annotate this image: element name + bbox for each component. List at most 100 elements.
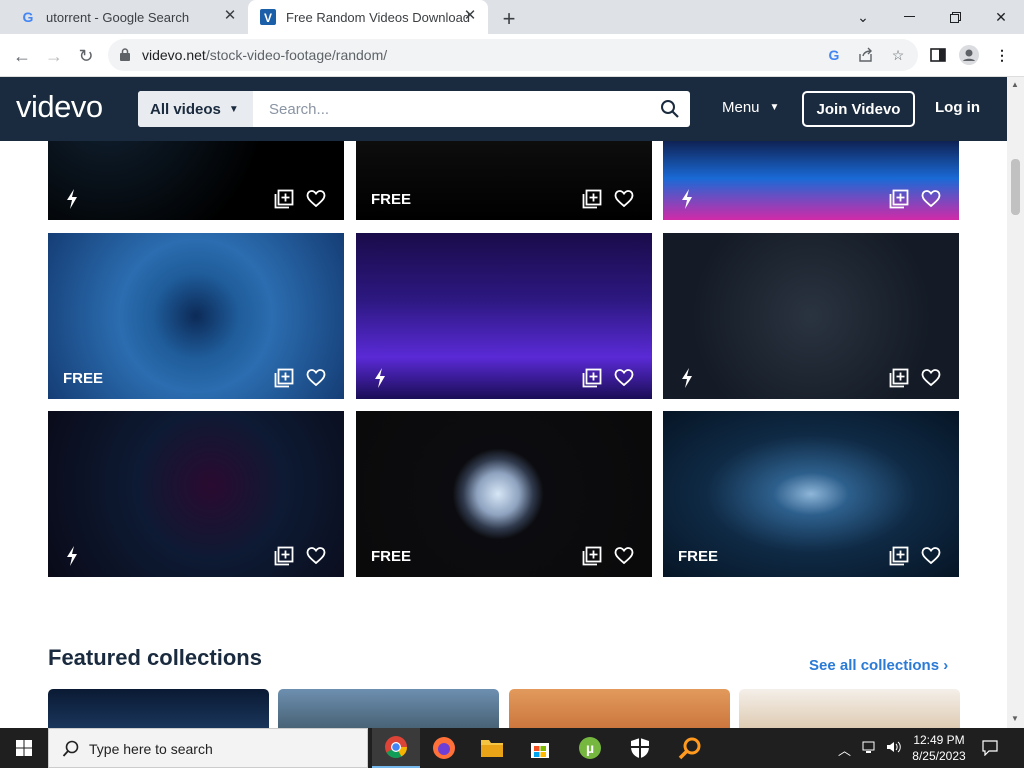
video-thumbnail[interactable] (356, 233, 652, 399)
tab-videvo[interactable]: V Free Random Videos Download ✕ (248, 0, 488, 34)
favorite-heart-icon[interactable] (614, 368, 634, 388)
video-thumbnail[interactable] (48, 141, 344, 220)
favorite-heart-icon[interactable] (921, 189, 941, 209)
premium-bolt-icon (66, 189, 78, 209)
videvo-icon: V (260, 9, 276, 25)
add-to-collection-icon[interactable] (274, 189, 294, 209)
add-to-collection-icon[interactable] (274, 368, 294, 388)
new-tab-icon[interactable]: + (498, 6, 520, 32)
search-input[interactable] (269, 91, 649, 127)
video-thumbnail[interactable]: FREE (356, 411, 652, 577)
add-to-collection-icon[interactable] (889, 546, 909, 566)
login-link[interactable]: Log in (935, 99, 980, 116)
url-text: videvo.net/stock-video-footage/random/ (142, 47, 388, 63)
security-shield-icon[interactable] (616, 728, 664, 768)
close-window-icon[interactable]: ✕ (978, 0, 1024, 34)
forward-arrow-icon[interactable]: → (40, 42, 68, 70)
tab-google-search[interactable]: G utorrent - Google Search ✕ (8, 0, 248, 34)
favorite-heart-icon[interactable] (306, 368, 326, 388)
notifications-icon[interactable] (982, 740, 998, 759)
utorrent-icon[interactable]: µ (566, 728, 614, 768)
collection-card[interactable] (509, 689, 730, 728)
volume-icon[interactable] (886, 740, 902, 757)
lock-icon (120, 48, 130, 61)
see-all-collections-link[interactable]: See all collections › (809, 657, 948, 674)
collection-card[interactable] (48, 689, 269, 728)
video-thumbnail[interactable] (48, 411, 344, 577)
search-tool-icon[interactable] (666, 728, 714, 768)
free-badge: FREE (371, 191, 412, 208)
back-arrow-icon[interactable]: ← (8, 42, 36, 70)
windows-start-icon[interactable] (0, 728, 48, 768)
side-panel-icon[interactable] (928, 45, 948, 65)
video-thumbnail[interactable]: FREE (48, 233, 344, 399)
premium-bolt-icon (374, 368, 386, 388)
google-lens-icon[interactable]: G (824, 45, 844, 65)
search-category-select[interactable]: All videos ▼ (138, 91, 253, 127)
add-to-collection-icon[interactable] (889, 189, 909, 209)
site-header: videvo All videos▼ Menu▼ Join Videvo Log… (0, 77, 1007, 141)
windows-taskbar: Type here to search µ ︿ 12:49 PM 8/25/20… (0, 728, 1024, 768)
free-badge: FREE (678, 548, 719, 565)
svg-text:G: G (23, 9, 34, 25)
collection-card[interactable] (278, 689, 499, 728)
svg-text:G: G (829, 47, 840, 63)
reload-icon[interactable]: ↻ (72, 42, 100, 70)
favorite-heart-icon[interactable] (306, 546, 326, 566)
free-badge: FREE (371, 548, 412, 565)
premium-bolt-icon (66, 546, 78, 566)
add-to-collection-icon[interactable] (582, 546, 602, 566)
scroll-up-icon[interactable]: ▲ (1011, 80, 1019, 89)
share-icon[interactable] (856, 45, 876, 65)
video-thumbnail[interactable] (663, 141, 959, 220)
taskbar-clock[interactable]: 12:49 PM 8/25/2023 (906, 732, 972, 764)
favorite-heart-icon[interactable] (921, 368, 941, 388)
profile-avatar-icon[interactable] (959, 45, 979, 65)
file-explorer-icon[interactable] (468, 728, 516, 768)
favorite-heart-icon[interactable] (306, 189, 326, 209)
featured-title: Featured collections (48, 645, 262, 670)
join-button[interactable]: Join Videvo (802, 91, 915, 127)
tab-title: Free Random Videos Download (286, 9, 471, 25)
chrome-icon[interactable] (372, 728, 420, 768)
video-thumbnail[interactable] (663, 233, 959, 399)
favorite-heart-icon[interactable] (614, 189, 634, 209)
favorite-heart-icon[interactable] (614, 546, 634, 566)
video-thumbnail[interactable]: FREE (356, 141, 652, 220)
bookmark-star-icon[interactable]: ☆ (888, 45, 908, 65)
video-results: FREE FREE FREE FREE Featured collections Se… (0, 141, 1007, 728)
address-bar[interactable]: videvo.net/stock-video-footage/random/ G… (108, 39, 918, 71)
collection-card[interactable] (739, 689, 960, 728)
tab-title: utorrent - Google Search (46, 9, 190, 25)
add-to-collection-icon[interactable] (889, 368, 909, 388)
add-to-collection-icon[interactable] (274, 546, 294, 566)
svg-text:µ: µ (586, 740, 594, 756)
scroll-down-icon[interactable]: ▼ (1011, 714, 1019, 723)
chevron-right-icon: › (943, 657, 949, 674)
close-tab-icon[interactable]: ✕ (222, 8, 238, 24)
close-tab-icon[interactable]: ✕ (462, 8, 478, 24)
videvo-logo[interactable]: videvo (16, 89, 103, 125)
tab-search-chevron-icon[interactable]: ⌄ (840, 0, 886, 34)
minimize-icon[interactable] (886, 0, 932, 34)
chevron-down-icon: ▼ (769, 102, 780, 113)
google-icon: G (20, 9, 36, 25)
microsoft-store-icon[interactable] (516, 728, 564, 768)
page-scrollbar[interactable]: ▲ ▼ (1007, 77, 1024, 728)
scrollbar-thumb[interactable] (1011, 159, 1020, 215)
more-menu-icon[interactable]: ⋮ (992, 45, 1012, 65)
taskbar-search-box[interactable]: Type here to search (48, 728, 368, 768)
search-icon (62, 740, 79, 757)
network-icon[interactable] (862, 740, 878, 757)
video-thumbnail[interactable]: FREE (663, 411, 959, 577)
premium-bolt-icon (681, 368, 693, 388)
favorite-heart-icon[interactable] (921, 546, 941, 566)
search-icon[interactable] (660, 99, 680, 119)
add-to-collection-icon[interactable] (582, 189, 602, 209)
show-hidden-icons-icon[interactable]: ︿ (838, 740, 851, 759)
firefox-icon[interactable] (420, 728, 468, 768)
menu-button[interactable]: Menu ▼ (722, 99, 779, 116)
restore-icon[interactable] (932, 0, 978, 34)
add-to-collection-icon[interactable] (582, 368, 602, 388)
browser-tab-bar: G utorrent - Google Search ✕ V Free Rand… (0, 0, 1024, 34)
